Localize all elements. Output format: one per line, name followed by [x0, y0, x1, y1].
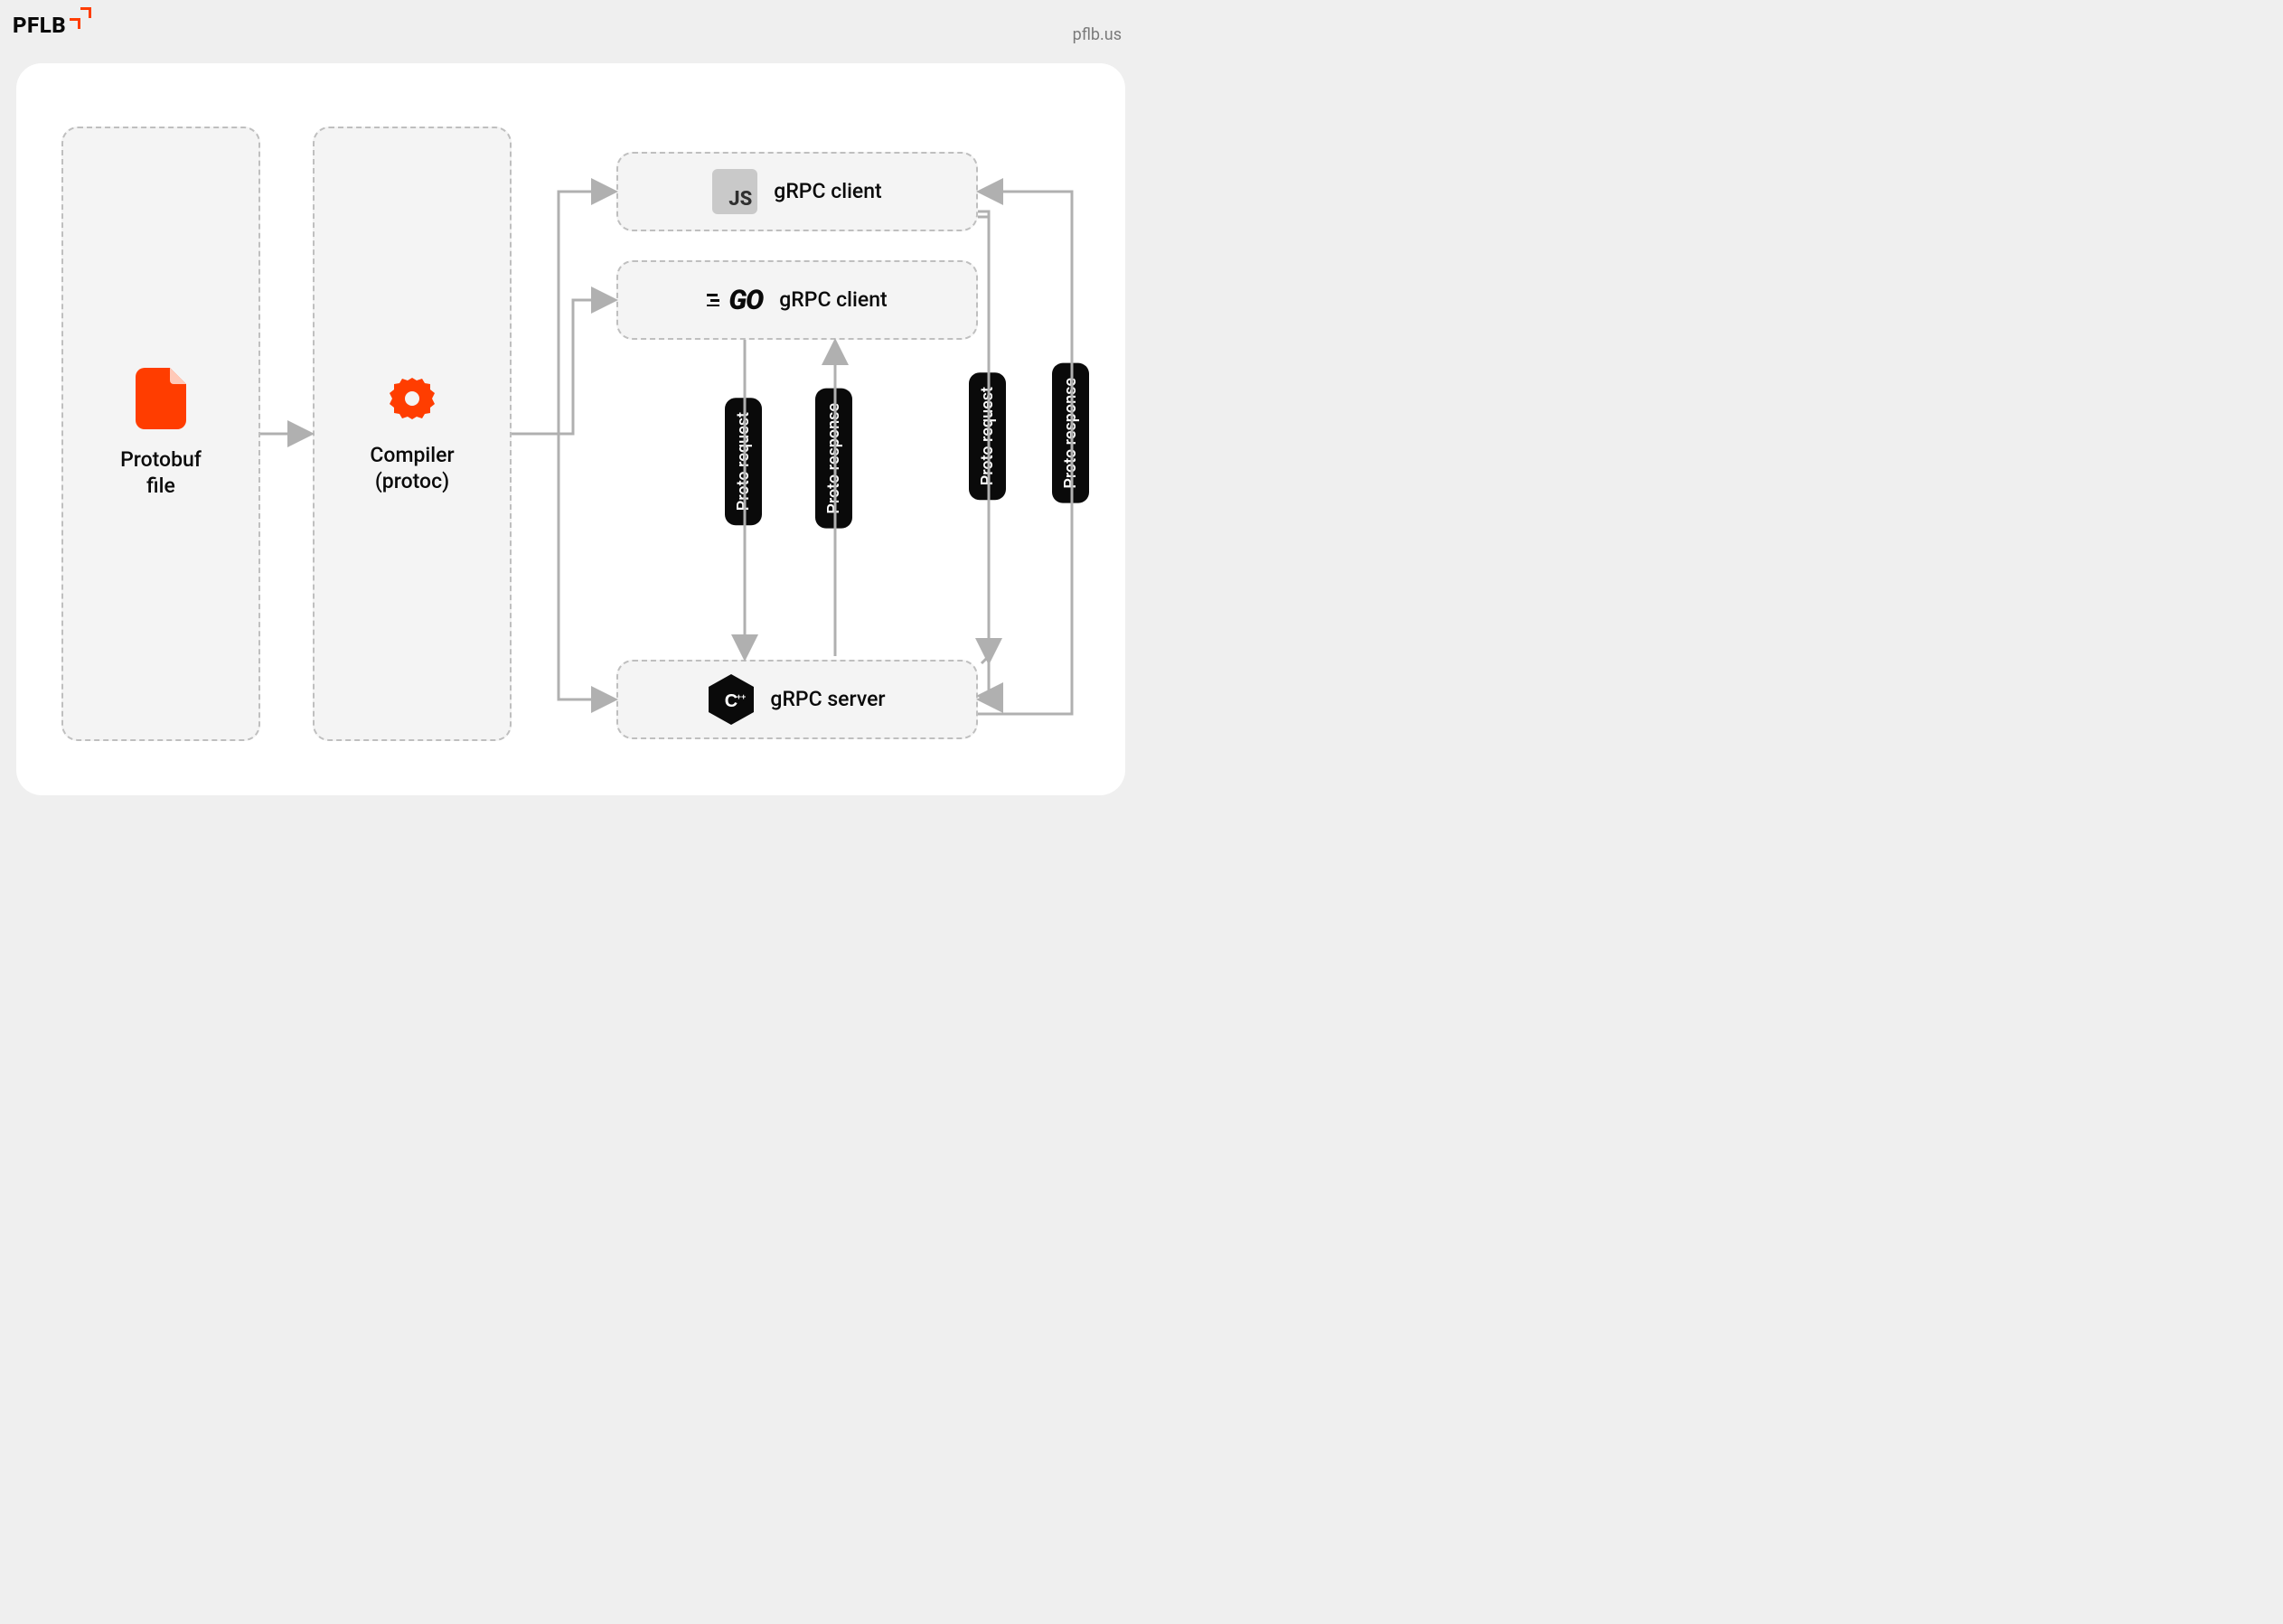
node-js-client: JS gRPC client: [616, 152, 978, 231]
edge-label-proto-response-2: Proto response: [1052, 363, 1089, 503]
brand-logo: PFLB: [13, 13, 91, 38]
node-label: gRPC client: [779, 287, 887, 314]
cpp-icon: C ++: [709, 674, 754, 725]
brand-mark-icon: [68, 7, 91, 31]
node-label: Compiler (protoc): [370, 443, 454, 495]
file-icon: [136, 368, 186, 429]
edge-label-proto-response-1: Proto response: [815, 389, 852, 529]
node-go-client: GO gRPC client: [616, 260, 978, 340]
node-compiler: Compiler (protoc): [313, 127, 512, 741]
gear-icon: [386, 372, 438, 425]
edge-label-proto-request-2: Proto request: [969, 372, 1006, 500]
node-label: Protobuf file: [120, 447, 202, 500]
node-label: gRPC server: [770, 687, 885, 713]
node-protobuf-file: Protobuf file: [61, 127, 260, 741]
node-server: C ++ gRPC server: [616, 660, 978, 739]
brand-url: pflb.us: [1073, 25, 1122, 44]
brand-name: PFLB: [13, 13, 66, 38]
go-icon: GO: [707, 285, 763, 316]
diagram-canvas: Protobuf file Compiler (protoc) JS gRPC …: [16, 63, 1125, 795]
js-icon: JS: [712, 169, 757, 214]
edge-label-proto-request-1: Proto request: [725, 398, 762, 525]
svg-text:++: ++: [737, 692, 747, 701]
node-label: gRPC client: [774, 179, 881, 205]
